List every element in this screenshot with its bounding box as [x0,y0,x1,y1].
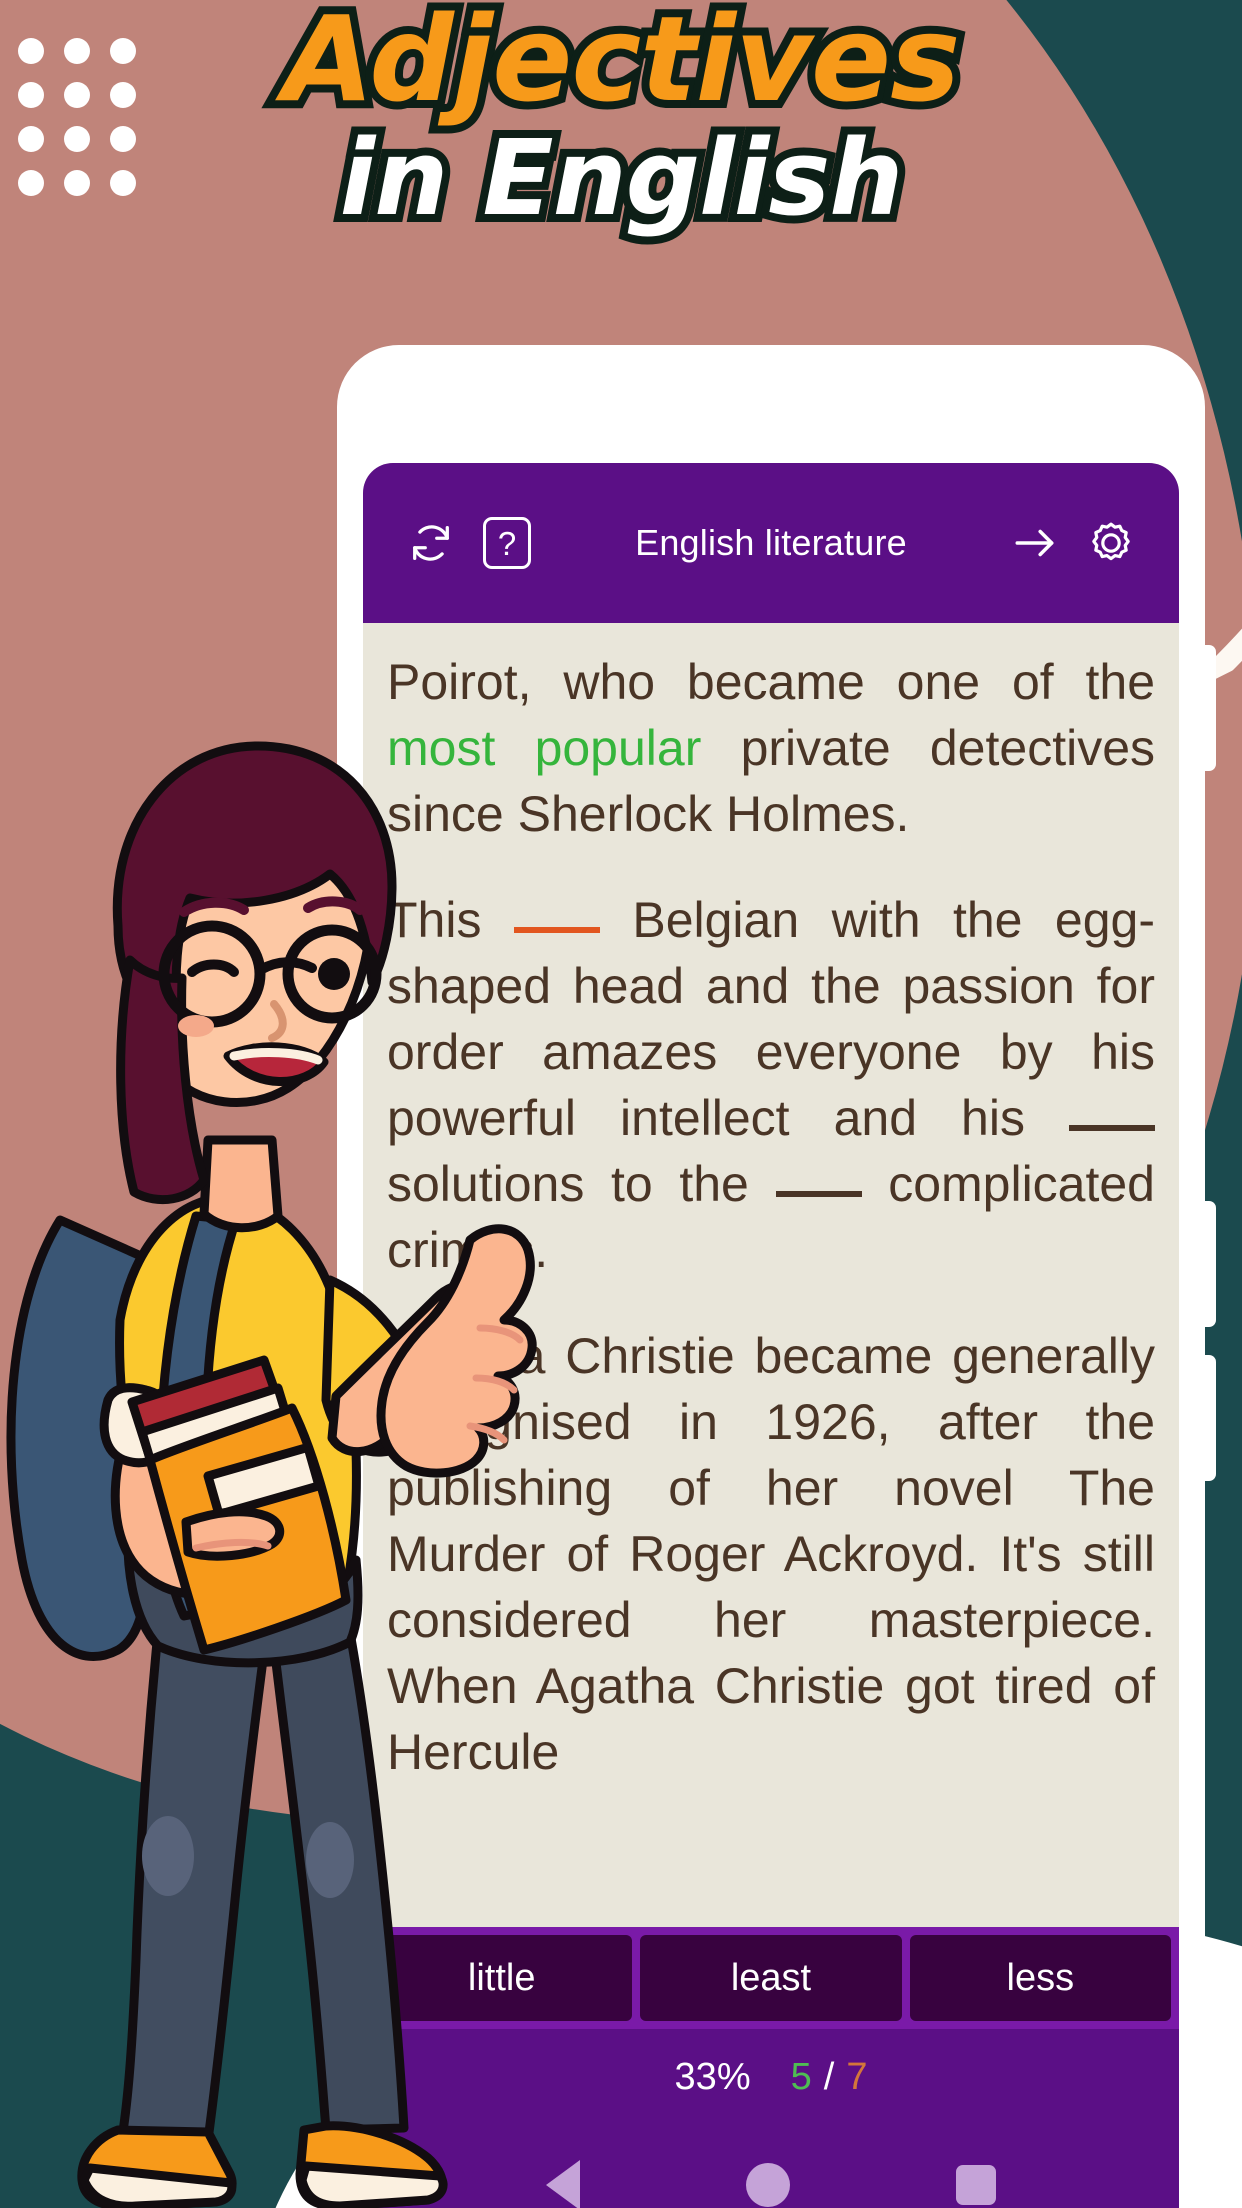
app-bar-title: English literature [635,522,907,563]
refresh-icon[interactable] [393,505,469,581]
triangle-back-icon[interactable] [546,2160,580,2208]
answer-blank-2[interactable] [1069,1125,1155,1131]
answer-blank-3[interactable] [775,1191,862,1197]
gear-icon[interactable] [1073,505,1149,581]
question-mark-label: ? [483,517,531,569]
progress-total: 7 [846,2055,868,2098]
student-illustration [0,660,540,2208]
progress-separator: / [823,2055,835,2098]
phone-side-button-power [1203,1355,1216,1481]
circle-home-icon[interactable] [746,2163,790,2207]
progress-fraction: 5 / 7 [791,2056,868,2099]
dot-grid-decoration [18,38,156,214]
arrow-right-icon[interactable] [997,505,1073,581]
progress-current: 5 [790,2055,812,2098]
answer-option-less[interactable]: less [909,1935,1171,2021]
square-recents-icon[interactable] [956,2165,996,2205]
phone-side-button-volume-down [1203,1201,1216,1327]
answer-option-least[interactable]: least [640,1935,902,2021]
app-bar: ? English literature [363,463,1179,623]
promo-screenshot: Adjectives in English ? English literatu… [0,0,1242,2208]
question-mark-icon[interactable]: ? [469,505,545,581]
progress-percent: 33% [674,2055,751,2098]
phone-side-button-volume-up [1203,645,1216,771]
